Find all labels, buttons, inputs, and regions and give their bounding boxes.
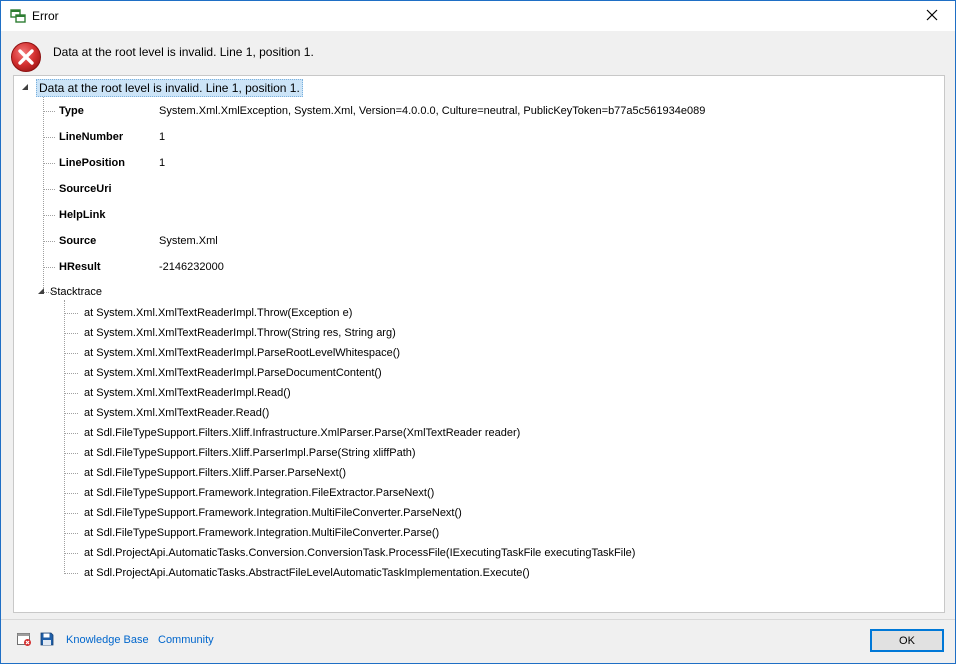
tree-connector <box>43 189 55 190</box>
tree-connector <box>64 493 78 494</box>
tree-connector <box>43 163 55 164</box>
stacktrace-label: Stacktrace <box>50 286 102 298</box>
stacktrace-line[interactable]: at System.Xml.XmlTextReaderImpl.ParseRoo… <box>84 345 400 361</box>
property-name: SourceUri <box>59 183 112 195</box>
property-name: Type <box>59 105 84 117</box>
close-icon <box>926 9 938 24</box>
property-row-helplink[interactable]: HelpLink <box>59 207 159 223</box>
stacktrace-line[interactable]: at Sdl.FileTypeSupport.Filters.Xliff.Inf… <box>84 425 520 441</box>
title-bar: Error <box>1 1 955 31</box>
tree-connector <box>64 453 78 454</box>
tree-connector <box>43 267 55 268</box>
stacktrace-line[interactable]: at Sdl.ProjectApi.AutomaticTasks.Abstrac… <box>84 565 530 581</box>
stacktrace-line[interactable]: at Sdl.FileTypeSupport.Framework.Integra… <box>84 525 439 541</box>
tree-expander-icon[interactable] <box>20 83 30 93</box>
tree-root-label[interactable]: Data at the root level is invalid. Line … <box>36 79 303 97</box>
tree-connector <box>43 241 55 242</box>
tree-connector <box>43 111 55 112</box>
stacktrace-line[interactable]: at Sdl.FileTypeSupport.Framework.Integra… <box>84 485 434 501</box>
tree-node-stacktrace[interactable]: Stacktrace <box>36 284 102 300</box>
stacktrace-line[interactable]: at Sdl.FileTypeSupport.Framework.Integra… <box>84 505 462 521</box>
tree-connector <box>64 393 78 394</box>
property-row-type[interactable]: Type System.Xml.XmlException, System.Xml… <box>59 103 705 119</box>
property-value: System.Xml.XmlException, System.Xml, Ver… <box>159 105 706 117</box>
tree-connector <box>64 373 78 374</box>
knowledge-base-link[interactable]: Knowledge Base <box>66 634 149 646</box>
property-row-lineposition[interactable]: LinePosition 1 <box>59 155 165 171</box>
header-message: Data at the root level is invalid. Line … <box>53 45 314 59</box>
property-row-hresult[interactable]: HResult -2146232000 <box>59 259 224 275</box>
property-row-linenumber[interactable]: LineNumber 1 <box>59 129 165 145</box>
tree-connector <box>64 353 78 354</box>
tree-connector <box>43 137 55 138</box>
tree-connector <box>43 96 44 292</box>
property-name: HResult <box>59 261 101 273</box>
app-window-icon <box>10 8 26 24</box>
stacktrace-line[interactable]: at Sdl.FileTypeSupport.Filters.Xliff.Par… <box>84 465 346 481</box>
tree-connector <box>64 553 78 554</box>
stacktrace-line[interactable]: at System.Xml.XmlTextReader.Read() <box>84 405 269 421</box>
tree-connector <box>64 473 78 474</box>
property-row-source[interactable]: Source System.Xml <box>59 233 218 249</box>
property-name: HelpLink <box>59 209 106 221</box>
copy-report-icon[interactable] <box>16 631 32 647</box>
tree-connector <box>64 413 78 414</box>
property-row-sourceuri[interactable]: SourceUri <box>59 181 159 197</box>
community-link[interactable]: Community <box>158 634 214 646</box>
property-value: 1 <box>159 131 166 143</box>
property-name: LineNumber <box>59 131 124 143</box>
property-value: 1 <box>159 157 166 169</box>
tree-connector <box>64 300 65 572</box>
message-header: Data at the root level is invalid. Line … <box>1 31 955 73</box>
tree-root-node[interactable]: Data at the root level is invalid. Line … <box>20 79 303 97</box>
tree-expander-icon[interactable] <box>36 287 46 297</box>
property-name: LinePosition <box>59 157 125 169</box>
ok-button[interactable]: OK <box>870 629 944 652</box>
stacktrace-line[interactable]: at System.Xml.XmlTextReaderImpl.Throw(St… <box>84 325 396 341</box>
tree-connector <box>64 313 78 314</box>
save-icon[interactable] <box>39 631 55 647</box>
stacktrace-line[interactable]: at System.Xml.XmlTextReaderImpl.ParseDoc… <box>84 365 382 381</box>
tree-connector <box>64 513 78 514</box>
tree-connector <box>64 333 78 334</box>
close-button[interactable] <box>909 1 955 31</box>
footer-divider <box>1 619 955 620</box>
stacktrace-line[interactable]: at System.Xml.XmlTextReaderImpl.Read() <box>84 385 291 401</box>
property-value: -2146232000 <box>159 261 224 273</box>
stacktrace-line[interactable]: at Sdl.ProjectApi.AutomaticTasks.Convers… <box>84 545 635 561</box>
tree-connector <box>43 215 55 216</box>
tree-connector <box>64 433 78 434</box>
tree-connector <box>64 573 78 574</box>
error-dialog: Error Data at the root level is invalid.… <box>0 0 956 664</box>
dialog-footer: Knowledge Base Community OK <box>1 621 955 663</box>
stacktrace-line[interactable]: at System.Xml.XmlTextReaderImpl.Throw(Ex… <box>84 305 352 321</box>
exception-tree[interactable]: Data at the root level is invalid. Line … <box>13 75 945 613</box>
tree-connector <box>64 533 78 534</box>
property-value: System.Xml <box>159 235 218 247</box>
stacktrace-line[interactable]: at Sdl.FileTypeSupport.Filters.Xliff.Par… <box>84 445 416 461</box>
error-icon <box>10 41 42 73</box>
property-name: Source <box>59 235 97 247</box>
window-title: Error <box>32 9 59 23</box>
